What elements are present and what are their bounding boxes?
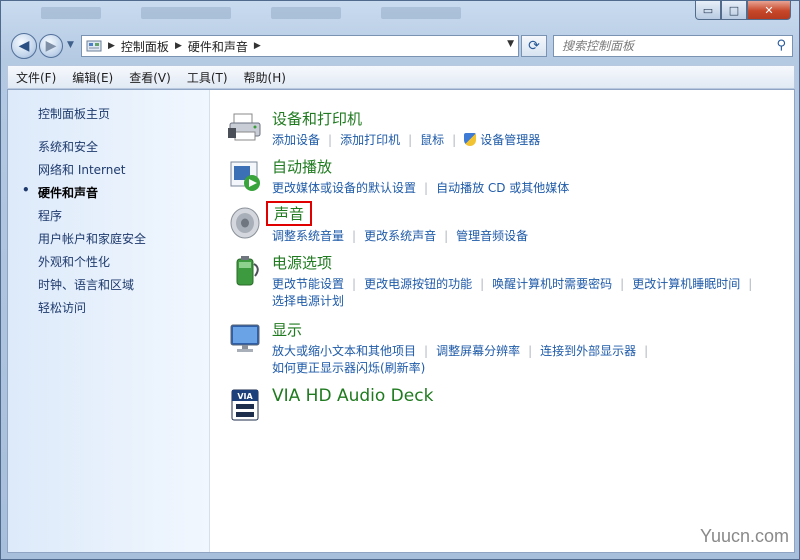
link-screen-resolution[interactable]: 调整屏幕分辨率 — [436, 344, 520, 358]
link-adjust-volume[interactable]: 调整系统音量 — [272, 229, 344, 243]
refresh-icon: ⟳ — [528, 38, 540, 54]
category-links: 添加设备 | 添加打印机 | 鼠标 | 设备管理器 — [272, 131, 792, 148]
link-mouse[interactable]: 鼠标 — [420, 133, 444, 147]
link-divider: | — [352, 277, 357, 291]
via-audio-icon[interactable]: VIA — [228, 388, 262, 422]
link-autoplay-cd[interactable]: 自动播放 CD 或其他媒体 — [436, 181, 569, 195]
link-power-saving-settings[interactable]: 更改节能设置 — [272, 277, 344, 291]
chevron-right-icon[interactable]: ▶ — [175, 41, 182, 51]
link-change-default-settings[interactable]: 更改媒体或设备的默认设置 — [272, 181, 416, 195]
speaker-icon[interactable] — [228, 206, 262, 240]
link-divider: | — [328, 133, 333, 147]
link-divider: | — [408, 133, 413, 147]
content-area: 控制面板主页 系统和安全 网络和 Internet 硬件和声音 程序 用户帐户和… — [7, 89, 795, 553]
breadcrumb-control-panel[interactable]: 控制面板 — [121, 38, 169, 55]
search-box[interactable]: ⚲ — [553, 35, 793, 57]
sidebar-item-user-accounts[interactable]: 用户帐户和家庭安全 — [38, 230, 146, 253]
link-device-manager[interactable]: 设备管理器 — [480, 133, 540, 147]
caption-buttons: ▭ □ ✕ — [695, 1, 791, 21]
link-choose-power-plan[interactable]: 选择电源计划 — [272, 294, 344, 308]
back-button[interactable]: ◀ — [11, 33, 37, 59]
category-title[interactable]: 设备和打印机 — [272, 108, 362, 129]
menu-tools[interactable]: 工具(T) — [187, 69, 228, 86]
link-divider: | — [748, 277, 753, 291]
category-title-highlighted[interactable]: 声音 — [266, 201, 313, 226]
recent-pages-dropdown-icon[interactable]: ▼ — [67, 40, 74, 50]
minimize-button[interactable]: ▭ — [695, 1, 721, 20]
menu-file[interactable]: 文件(F) — [16, 69, 56, 86]
battery-icon[interactable] — [228, 254, 262, 288]
link-sleep-time[interactable]: 更改计算机睡眠时间 — [632, 277, 740, 291]
menu-view[interactable]: 查看(V) — [129, 69, 171, 86]
link-divider: | — [620, 277, 625, 291]
link-change-sounds[interactable]: 更改系统声音 — [364, 229, 436, 243]
menu-help[interactable]: 帮助(H) — [244, 69, 286, 86]
link-divider: | — [480, 277, 485, 291]
link-external-display[interactable]: 连接到外部显示器 — [540, 344, 636, 358]
sidebar-item-clock-language[interactable]: 时钟、语言和区域 — [38, 276, 146, 299]
control-panel-icon — [86, 40, 102, 52]
sidebar-item-network[interactable]: 网络和 Internet — [38, 161, 146, 184]
control-panel-window: ▭ □ ✕ ◀ ▶ ▼ ▶ 控制面板 ▶ 硬件和声音 ▶ ▼ ⟳ ⚲ 文件(F)… — [0, 0, 800, 560]
link-divider: | — [444, 229, 449, 243]
monitor-icon[interactable] — [228, 321, 262, 355]
link-wake-password[interactable]: 唤醒计算机时需要密码 — [492, 277, 612, 291]
autoplay-icon[interactable] — [228, 158, 262, 192]
chevron-right-icon[interactable]: ▶ — [108, 41, 115, 51]
link-manage-audio-devices[interactable]: 管理音频设备 — [456, 229, 528, 243]
caption-bar — [41, 7, 661, 23]
category-links: 调整系统音量 | 更改系统声音 | 管理音频设备 — [272, 227, 792, 244]
search-input[interactable] — [562, 39, 762, 53]
watermark: Yuucn.com — [699, 526, 789, 546]
link-divider: | — [424, 344, 429, 358]
category-links-line2: 如何更正显示器闪烁(刷新率) — [272, 359, 792, 376]
link-divider: | — [424, 181, 429, 195]
sidebar-item-system-security[interactable]: 系统和安全 — [38, 138, 146, 161]
category-links: 放大或缩小文本和其他项目 | 调整屏幕分辨率 | 连接到外部显示器 | — [272, 342, 792, 359]
sidebar-item-hardware-sound[interactable]: 硬件和声音 — [22, 183, 146, 207]
sidebar-item-programs[interactable]: 程序 — [38, 207, 146, 230]
category-links-line2: 选择电源计划 — [272, 292, 792, 309]
svg-text:VIA: VIA — [237, 392, 253, 401]
category-title[interactable]: VIA HD Audio Deck — [272, 386, 433, 406]
sidebar-home-link[interactable]: 控制面板主页 — [38, 105, 110, 122]
link-divider: | — [528, 344, 533, 358]
link-divider: | — [644, 344, 649, 358]
menu-edit[interactable]: 编辑(E) — [72, 69, 113, 86]
category-title[interactable]: 显示 — [272, 319, 302, 340]
link-add-device[interactable]: 添加设备 — [272, 133, 320, 147]
breadcrumb-hardware-and-sound[interactable]: 硬件和声音 — [188, 38, 248, 55]
category-links: 更改节能设置 | 更改电源按钮的功能 | 唤醒计算机时需要密码 | 更改计算机睡眠时间 | — [272, 275, 792, 292]
link-add-printer[interactable]: 添加打印机 — [340, 133, 400, 147]
link-fix-flicker[interactable]: 如何更正显示器闪烁(刷新率) — [272, 361, 425, 375]
chevron-right-icon[interactable]: ▶ — [254, 41, 261, 51]
search-icon[interactable]: ⚲ — [776, 38, 786, 53]
sidebar-item-appearance[interactable]: 外观和个性化 — [38, 253, 146, 276]
maximize-button[interactable]: □ — [721, 1, 747, 20]
link-divider: | — [452, 133, 457, 147]
category-links: 更改媒体或设备的默认设置 | 自动播放 CD 或其他媒体 — [272, 179, 792, 196]
sidebar-item-ease-of-access[interactable]: 轻松访问 — [38, 299, 146, 322]
category-title[interactable]: 自动播放 — [272, 156, 332, 177]
close-button[interactable]: ✕ — [747, 1, 791, 20]
link-divider: | — [352, 229, 357, 243]
menu-bar: 文件(F) 编辑(E) 查看(V) 工具(T) 帮助(H) — [7, 65, 795, 89]
address-bar[interactable]: ▶ 控制面板 ▶ 硬件和声音 ▶ ▼ — [81, 35, 519, 57]
main-panel: 设备和打印机 添加设备 | 添加打印机 | 鼠标 | 设备管理器 自动播放 更改媒体或设备的… — [222, 90, 792, 552]
link-zoom-text[interactable]: 放大或缩小文本和其他项目 — [272, 344, 416, 358]
refresh-button[interactable]: ⟳ — [521, 35, 547, 57]
sidebar-list: 系统和安全 网络和 Internet 硬件和声音 程序 用户帐户和家庭安全 外观… — [22, 138, 146, 322]
address-dropdown-icon[interactable]: ▼ — [507, 39, 514, 49]
link-power-button-function[interactable]: 更改电源按钮的功能 — [364, 277, 472, 291]
sidebar: 控制面板主页 系统和安全 网络和 Internet 硬件和声音 程序 用户帐户和… — [8, 90, 210, 552]
printer-icon[interactable] — [228, 110, 262, 144]
category-title[interactable]: 电源选项 — [272, 252, 332, 273]
shield-icon — [464, 133, 477, 146]
forward-button[interactable]: ▶ — [39, 34, 63, 58]
navigation-bar: ◀ ▶ ▼ ▶ 控制面板 ▶ 硬件和声音 ▶ ▼ ⟳ ⚲ — [7, 31, 795, 61]
